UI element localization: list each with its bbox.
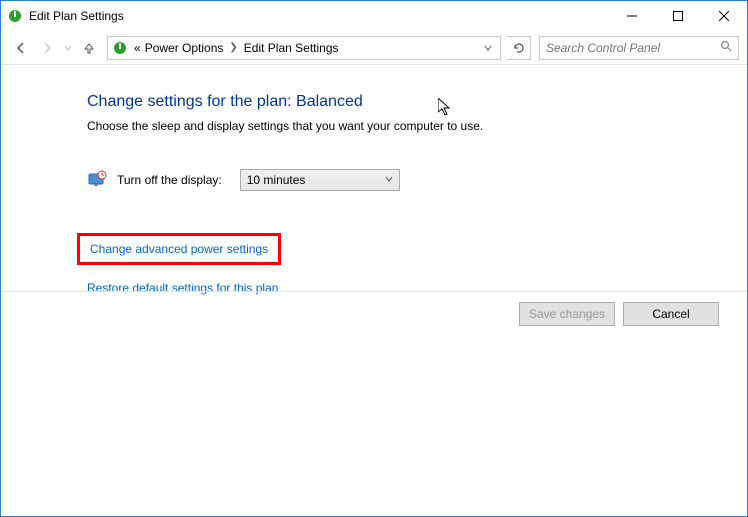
breadcrumb-item[interactable]: Edit Plan Settings — [242, 41, 341, 55]
power-options-icon — [7, 8, 23, 24]
page-heading: Change settings for the plan: Balanced — [87, 93, 747, 111]
page-subtext: Choose the sleep and display settings th… — [87, 119, 747, 133]
advanced-power-settings-link[interactable]: Change advanced power settings — [77, 233, 281, 265]
breadcrumb-item[interactable]: Power Options — [143, 41, 226, 55]
window-controls — [609, 1, 747, 31]
address-bar[interactable]: « Power Options ❯ Edit Plan Settings — [107, 36, 501, 60]
window-title: Edit Plan Settings — [29, 9, 124, 23]
minimize-button[interactable] — [609, 1, 655, 31]
navbar: « Power Options ❯ Edit Plan Settings — [1, 31, 747, 65]
search-icon[interactable] — [720, 40, 732, 55]
close-button[interactable] — [701, 1, 747, 31]
cancel-button[interactable]: Cancel — [623, 302, 719, 326]
save-button[interactable]: Save changes — [519, 302, 615, 326]
forward-button[interactable] — [35, 36, 59, 60]
chevron-right-icon[interactable]: ❯ — [225, 42, 241, 53]
monitor-icon — [87, 170, 107, 190]
content-area: Change settings for the plan: Balanced C… — [1, 65, 747, 295]
breadcrumb-prefix: « — [132, 41, 143, 55]
search-input[interactable] — [546, 41, 716, 55]
titlebar: Edit Plan Settings — [1, 1, 747, 31]
back-button[interactable] — [9, 36, 33, 60]
search-box[interactable] — [539, 36, 739, 60]
dropdown-value: 10 minutes — [247, 173, 306, 187]
maximize-button[interactable] — [655, 1, 701, 31]
display-timeout-row: Turn off the display: 10 minutes — [87, 169, 747, 191]
address-dropdown-icon[interactable] — [480, 41, 496, 55]
display-timeout-label: Turn off the display: — [117, 173, 222, 187]
chevron-down-icon — [385, 175, 393, 186]
button-bar: Save changes Cancel — [1, 291, 747, 326]
display-timeout-dropdown[interactable]: 10 minutes — [240, 169, 400, 191]
recent-locations-button[interactable] — [61, 36, 75, 60]
power-options-icon — [112, 40, 128, 56]
up-button[interactable] — [77, 36, 101, 60]
refresh-button[interactable] — [507, 36, 531, 60]
